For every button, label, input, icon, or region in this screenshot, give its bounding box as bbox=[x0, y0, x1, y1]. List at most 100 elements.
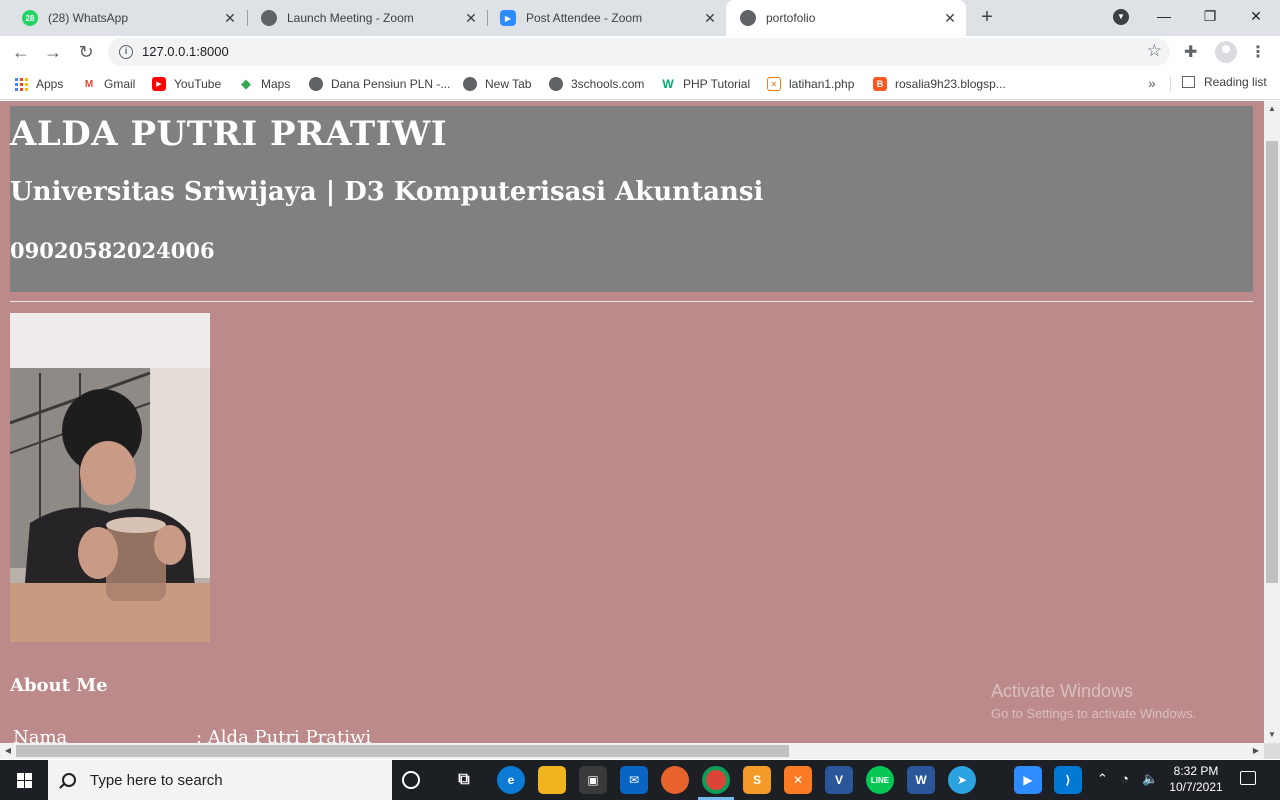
about-row-value: : Alda Putri Pratiwi bbox=[196, 727, 372, 743]
reading-list-icon bbox=[1182, 76, 1195, 88]
taskbar-clock[interactable]: 8:32 PM 10/7/2021 bbox=[1162, 763, 1230, 795]
about-me-heading: About Me bbox=[10, 675, 108, 696]
profile-photo bbox=[10, 313, 210, 642]
minimize-button[interactable]: — bbox=[1150, 4, 1178, 28]
bookmark-label: Gmail bbox=[104, 77, 136, 91]
address-bar[interactable]: i 127.0.0.1:8000 ☆ bbox=[108, 38, 1170, 66]
edge-icon[interactable]: e bbox=[497, 766, 525, 794]
bookmark-gmail[interactable]: M Gmail bbox=[82, 75, 136, 93]
reload-button[interactable]: ↻ bbox=[74, 40, 98, 64]
visio-icon[interactable]: V bbox=[825, 766, 853, 794]
activate-windows-watermark: Activate Windows Go to Settings to activ… bbox=[991, 681, 1196, 721]
close-icon[interactable]: ✕ bbox=[463, 10, 479, 26]
search-icon bbox=[62, 773, 76, 787]
forward-button[interactable]: → bbox=[41, 40, 65, 64]
globe-icon bbox=[463, 77, 477, 91]
bookmark-rosalia-blog[interactable]: B rosalia9h23.blogsp... bbox=[873, 75, 1006, 93]
taskbar-search-box[interactable]: Type here to search bbox=[48, 760, 392, 800]
clock-date: 10/7/2021 bbox=[1169, 780, 1223, 794]
globe-icon bbox=[261, 10, 277, 26]
firefox-icon[interactable] bbox=[661, 766, 689, 794]
bookmark-3schools[interactable]: 3schools.com bbox=[549, 75, 644, 93]
profile-avatar[interactable] bbox=[1215, 41, 1237, 63]
tray-chevron-up-icon[interactable]: ⌃ bbox=[1097, 771, 1108, 787]
close-icon[interactable]: ✕ bbox=[222, 10, 238, 26]
bookmark-label: Apps bbox=[36, 77, 64, 91]
bookmark-youtube[interactable]: ▶ YouTube bbox=[152, 75, 221, 93]
browser-menu-icon[interactable]: ⋮ bbox=[1250, 42, 1266, 62]
bookmark-star-icon[interactable]: ☆ bbox=[1147, 41, 1162, 61]
divider bbox=[1170, 76, 1171, 92]
profile-photo-image bbox=[10, 313, 210, 642]
horizontal-scrollbar[interactable]: ◀ ▶ bbox=[0, 743, 1264, 759]
file-explorer-icon[interactable] bbox=[538, 766, 566, 794]
bookmark-maps[interactable]: ◆ Maps bbox=[239, 75, 290, 93]
gmail-icon: M bbox=[84, 78, 94, 90]
about-row-nama: Nama : Alda Putri Pratiwi bbox=[13, 727, 371, 743]
mail-icon[interactable]: ✉ bbox=[620, 766, 648, 794]
tab-title: portofolio bbox=[766, 11, 816, 25]
site-info-icon[interactable]: i bbox=[119, 45, 133, 59]
vertical-scrollbar[interactable]: ▲ ▼ bbox=[1264, 101, 1280, 743]
tab-whatsapp[interactable]: 28 (28) WhatsApp ✕ bbox=[8, 0, 246, 36]
restore-button[interactable]: ❐ bbox=[1196, 4, 1224, 28]
page-title: ALDA PUTRI PRATIWI bbox=[10, 114, 448, 154]
vscode-icon[interactable]: ⟩ bbox=[1054, 766, 1082, 794]
task-view-icon[interactable]: ⧉ bbox=[450, 766, 478, 794]
back-button[interactable]: ← bbox=[9, 40, 33, 64]
bookmark-label: New Tab bbox=[485, 77, 532, 91]
search-placeholder[interactable]: Type here to search bbox=[90, 772, 223, 789]
watermark-subtitle: Go to Settings to activate Windows. bbox=[991, 706, 1197, 721]
xampp-icon[interactable]: ✕ bbox=[784, 766, 812, 794]
close-icon[interactable]: ✕ bbox=[942, 10, 958, 26]
close-icon[interactable]: ✕ bbox=[702, 10, 718, 26]
new-tab-button[interactable]: + bbox=[976, 6, 998, 28]
scroll-down-arrow-icon[interactable]: ▼ bbox=[1264, 727, 1280, 743]
about-row-label: Nama bbox=[13, 727, 68, 743]
tab-portofolio[interactable]: portofolio ✕ bbox=[726, 0, 966, 36]
tab-search-icon[interactable]: ▼ bbox=[1113, 9, 1129, 25]
telegram-icon[interactable]: ➤ bbox=[948, 766, 976, 794]
bookmark-label: 3schools.com bbox=[571, 77, 645, 91]
bookmarks-overflow-chevron-icon[interactable]: » bbox=[1148, 75, 1156, 91]
word-icon[interactable]: W bbox=[907, 766, 935, 794]
bookmark-label: latihan1.php bbox=[789, 77, 855, 91]
volume-icon[interactable]: 🔈 bbox=[1142, 771, 1158, 787]
watermark-title: Activate Windows bbox=[991, 681, 1134, 701]
tab-title: (28) WhatsApp bbox=[48, 11, 129, 25]
cortana-icon[interactable] bbox=[402, 771, 420, 789]
clock-time: 8:32 PM bbox=[1173, 764, 1219, 778]
close-window-button[interactable]: ✕ bbox=[1242, 4, 1270, 28]
horizontal-scroll-thumb[interactable] bbox=[16, 745, 789, 757]
zoom-icon[interactable]: ▶ bbox=[1014, 766, 1042, 794]
notifications-icon[interactable] bbox=[1240, 771, 1256, 785]
tab-launch-meeting[interactable]: Launch Meeting - Zoom ✕ bbox=[247, 0, 487, 36]
bookmark-label: YouTube bbox=[174, 77, 222, 91]
sublime-text-icon[interactable]: S bbox=[743, 766, 771, 794]
xampp-icon: ✕ bbox=[767, 77, 781, 91]
vertical-scroll-thumb[interactable] bbox=[1266, 141, 1278, 583]
bookmarks-bar: Apps M Gmail ▶ YouTube ◆ Maps Dana Pensi… bbox=[0, 68, 1280, 100]
bookmark-label: Dana Pensiun PLN -... bbox=[331, 77, 451, 91]
start-button[interactable] bbox=[0, 760, 48, 800]
line-icon[interactable]: LINE bbox=[866, 766, 894, 794]
url-text[interactable]: 127.0.0.1:8000 bbox=[142, 44, 229, 59]
bookmark-new-tab[interactable]: New Tab bbox=[463, 75, 531, 93]
bookmark-apps[interactable]: Apps bbox=[14, 75, 63, 93]
reading-list-button[interactable]: Reading list bbox=[1182, 75, 1267, 89]
bookmark-php-tutorial[interactable]: W PHP Tutorial bbox=[661, 75, 750, 93]
store-icon[interactable]: ▣ bbox=[579, 766, 607, 794]
scroll-right-arrow-icon[interactable]: ▶ bbox=[1248, 743, 1264, 759]
reading-list-label: Reading list bbox=[1204, 75, 1267, 89]
bookmark-latihan1[interactable]: ✕ latihan1.php bbox=[767, 75, 854, 93]
globe-icon bbox=[740, 10, 756, 26]
maps-icon: ◆ bbox=[241, 76, 251, 91]
bookmark-dana-pensiun[interactable]: Dana Pensiun PLN -... bbox=[309, 75, 450, 93]
tab-post-attendee[interactable]: ▶ Post Attendee - Zoom ✕ bbox=[486, 0, 726, 36]
scroll-up-arrow-icon[interactable]: ▲ bbox=[1264, 101, 1280, 117]
extensions-puzzle-icon[interactable]: ✚ bbox=[1184, 42, 1197, 62]
chrome-icon[interactable] bbox=[702, 766, 730, 794]
student-id: 09020582024006 bbox=[10, 238, 215, 263]
wifi-icon[interactable]: ◔ bbox=[1121, 771, 1129, 786]
scroll-left-arrow-icon[interactable]: ◀ bbox=[0, 743, 16, 759]
